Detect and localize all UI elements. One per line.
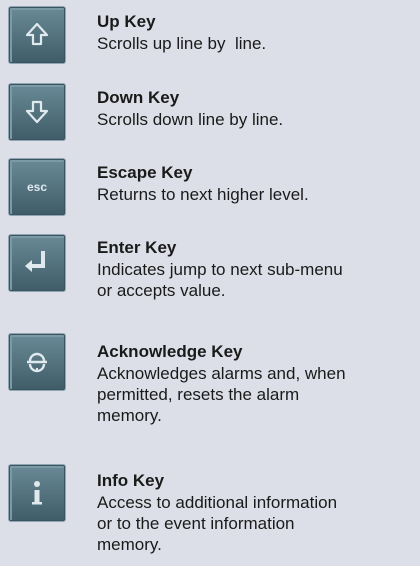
enter-key-button <box>9 235 65 291</box>
enter-key-desc-line-2: or accepts value. <box>97 281 226 300</box>
down-arrow-icon <box>25 100 49 124</box>
enter-key-desc-line-1: Indicates jump to next sub-menu <box>97 260 343 279</box>
escape-key-title: Escape Key <box>97 163 193 182</box>
info-key-desc-line-1: Access to additional information <box>97 493 338 512</box>
up-key-title: Up Key <box>97 12 156 31</box>
down-key-title: Down Key <box>97 88 180 107</box>
info-key-desc-line-2: or to the event information <box>97 514 295 533</box>
acknowledge-key-title: Acknowledge Key <box>97 342 243 361</box>
acknowledge-key-desc-line-1: Acknowledges alarms and, when <box>97 364 346 383</box>
up-key-desc-line-1: Scrolls up line by line. <box>97 34 267 53</box>
up-key-button <box>9 7 65 63</box>
down-key-button <box>9 84 65 140</box>
info-key-desc-line-3: memory. <box>97 535 162 554</box>
escape-key-button: esc <box>9 159 65 215</box>
enter-icon <box>25 251 45 272</box>
esc-icon: esc <box>27 180 47 194</box>
acknowledge-icon <box>27 352 47 373</box>
info-key-title: Info Key <box>97 471 165 490</box>
up-arrow-icon <box>25 22 49 46</box>
enter-key-title: Enter Key <box>97 238 177 257</box>
acknowledge-key-desc-line-2: permitted, resets the alarm <box>97 385 300 404</box>
acknowledge-key-desc-line-3: memory. <box>97 406 162 425</box>
info-icon <box>32 481 42 505</box>
info-key-button <box>9 465 65 521</box>
escape-key-desc-line-1: Returns to next higher level. <box>97 185 309 204</box>
acknowledge-key-button <box>9 334 65 390</box>
down-key-desc-line-1: Scrolls down line by line. <box>97 110 284 129</box>
esc-glyph-text: esc <box>27 180 47 194</box>
